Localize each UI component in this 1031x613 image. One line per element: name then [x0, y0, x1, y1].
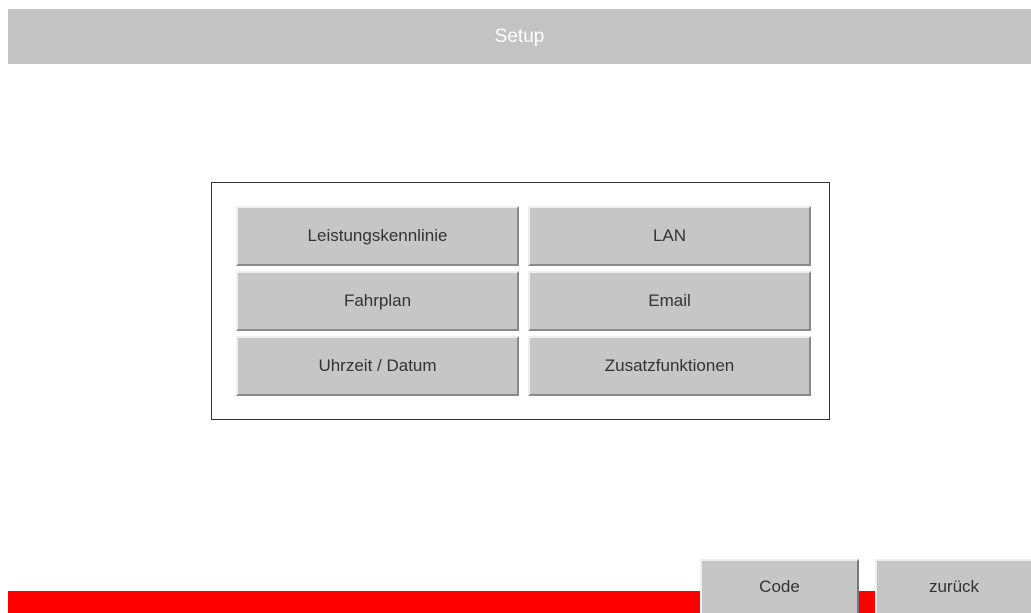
lan-button[interactable]: LAN [528, 206, 811, 266]
code-button[interactable]: Code [700, 559, 859, 613]
fahrplan-button[interactable]: Fahrplan [236, 271, 519, 331]
title-bar: Setup [8, 9, 1031, 64]
setup-menu-panel: Leistungskennlinie LAN Fahrplan Email Uh… [211, 182, 830, 420]
email-button[interactable]: Email [528, 271, 811, 331]
zusatzfunktionen-button[interactable]: Zusatzfunktionen [528, 336, 811, 396]
page-title: Setup [494, 25, 545, 47]
uhrzeit-datum-button[interactable]: Uhrzeit / Datum [236, 336, 519, 396]
setup-screen: Setup Leistungskennlinie LAN Fahrplan Em… [0, 0, 1031, 613]
leistungskennlinie-button[interactable]: Leistungskennlinie [236, 206, 519, 266]
back-button[interactable]: zurück [875, 559, 1031, 613]
